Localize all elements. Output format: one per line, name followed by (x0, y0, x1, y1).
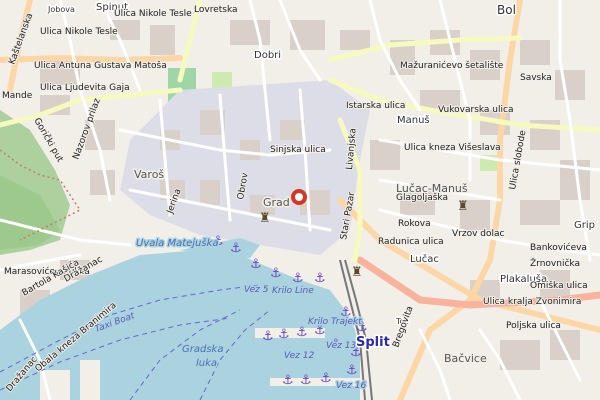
label-bacvice: Bačvice (444, 352, 487, 365)
label-jobova: Jobova (47, 5, 75, 14)
label-krilo-trajekt: Krilo Trajekt (308, 317, 362, 327)
label-gripe: Grip (574, 220, 595, 231)
label-zrnovnicka: Žrnovnička (530, 257, 580, 269)
label-vez5: Vez 5 (244, 285, 269, 295)
label-manus: Manuš (397, 114, 430, 126)
anchor-icon: ⚓ (292, 271, 304, 286)
label-vukovarska: Vukovarska ulica (438, 105, 513, 115)
label-istarska: Istarska ulica (346, 101, 405, 111)
label-bol: Bol (497, 3, 516, 17)
label-lucac: Lučac (410, 253, 439, 265)
label-radunica: Radunica ulica (378, 237, 444, 247)
label-savska: Savska (520, 73, 552, 83)
castle-icon: ♜ (351, 265, 363, 280)
label-poljska: Poljska ulica (506, 321, 561, 331)
label-dobri: Dobri (254, 50, 281, 61)
map-canvas[interactable]: ⚓ ⚓ ⚓ ⚓ ⚓ ⚓ ⚓ ⚓ ⚓ ⚓ ⚓ ⚓ ⚓ ⚓ ⚓ ⚓ ⚓ ⚓ ♜ ♜ … (0, 0, 600, 400)
label-uvala: Uvala Matejuška (136, 237, 219, 249)
label-gradska: Gradska (182, 344, 223, 355)
anchor-icon: ⚓ (250, 257, 262, 272)
anchor-icon: ⚓ (282, 373, 294, 388)
label-mazuranicevo: Mažuranićevo šetalište (400, 60, 504, 71)
map-layer: ⚓ ⚓ ⚓ ⚓ ⚓ ⚓ ⚓ ⚓ ⚓ ⚓ ⚓ ⚓ ⚓ ⚓ ⚓ ⚓ ⚓ ⚓ ♜ ♜ … (0, 0, 600, 400)
castle-icon: ♜ (259, 211, 271, 226)
anchor-icon: ⚓ (230, 241, 242, 256)
anchor-icon: ⚓ (278, 327, 290, 342)
anchor-icon: ⚓ (346, 363, 358, 378)
label-luka: luka (196, 358, 217, 369)
label-ljudevita-gaja: Ulica Ljudevita Gaja (40, 83, 130, 93)
label-sinjska: Sinjska ulica (270, 145, 326, 155)
castle-icon: ♜ (457, 199, 469, 214)
label-grad: Grad (263, 196, 290, 209)
location-marker-icon (291, 189, 307, 205)
label-lovretska: Lovretska (194, 5, 238, 15)
label-vez16: Vez 16 (336, 381, 366, 391)
label-rokova: Rokova (398, 219, 431, 229)
label-nikole-tesle: Ulica Nikole Tesle (40, 27, 118, 37)
anchor-icon: ⚓ (270, 266, 282, 281)
anchor-icon: ⚓ (296, 325, 308, 340)
label-zvonimira: Ulica kralja Zvonimira (483, 297, 581, 307)
label-split: Split (356, 335, 390, 350)
anchor-icon: ⚓ (314, 271, 326, 286)
label-nikole-tesle-2: Ulica Nikole Tesle (114, 9, 192, 19)
label-vez13: Vez 13 (326, 341, 356, 351)
label-visesalova: Ulica kneza Višeslava (404, 142, 501, 153)
label-omiska: Omiška ulica (530, 280, 588, 291)
label-glagoljaska: Glagoljaška (396, 192, 448, 203)
label-varos: Varoš (134, 168, 164, 181)
label-vrzov: Vrzov dolac (452, 229, 505, 239)
label-vez12: Vez 12 (284, 351, 314, 361)
label-bankoviceva: Bankovićeva (530, 242, 587, 253)
anchor-icon: ⚓ (300, 373, 312, 388)
anchor-icon: ⚓ (320, 371, 332, 386)
label-mande: Mande (2, 91, 33, 101)
anchor-icon: ⚓ (262, 329, 274, 344)
label-matosa: Ulica Antuna Gustava Matoša (34, 60, 167, 71)
label-krilo-line: Krilo Line (272, 286, 314, 296)
